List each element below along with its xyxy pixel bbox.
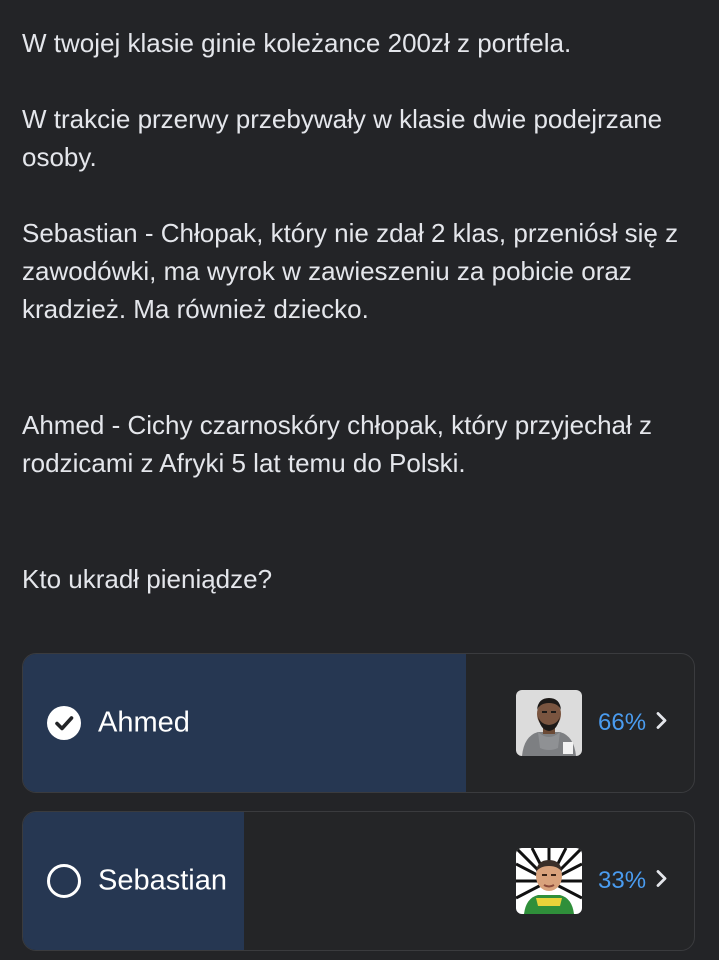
- chevron-right-icon[interactable]: [655, 711, 669, 736]
- post-paragraph: Ahmed - Cichy czarnoskóry chłopak, który…: [22, 410, 653, 478]
- chevron-right-icon[interactable]: [655, 869, 669, 894]
- poll-option-sebastian[interactable]: Sebastian 33%: [22, 811, 695, 951]
- vote-percentage: 33%: [598, 867, 647, 894]
- poll-option-ahmed[interactable]: Ahmed 66%: [22, 653, 695, 793]
- radio-circle-icon[interactable]: [47, 864, 81, 898]
- post-question: Kto ukradł pieniądze?: [22, 564, 273, 594]
- post-paragraph: Sebastian - Chłopak, który nie zdał 2 kl…: [22, 218, 679, 324]
- man-with-beard-avatar: [516, 690, 582, 756]
- vote-percentage: 66%: [598, 709, 647, 736]
- poll-option-label: Sebastian: [98, 864, 227, 897]
- post-paragraph: W trakcie przerwy przebywały w klasie dw…: [22, 104, 663, 172]
- vote-bar-fill: [23, 654, 466, 792]
- young-man-avatar: [516, 848, 582, 914]
- check-circle-icon[interactable]: [47, 706, 81, 740]
- post-paragraph: W twojej klasie ginie koleżance 200zł z …: [22, 28, 572, 58]
- poll-option-label: Ahmed: [98, 706, 190, 739]
